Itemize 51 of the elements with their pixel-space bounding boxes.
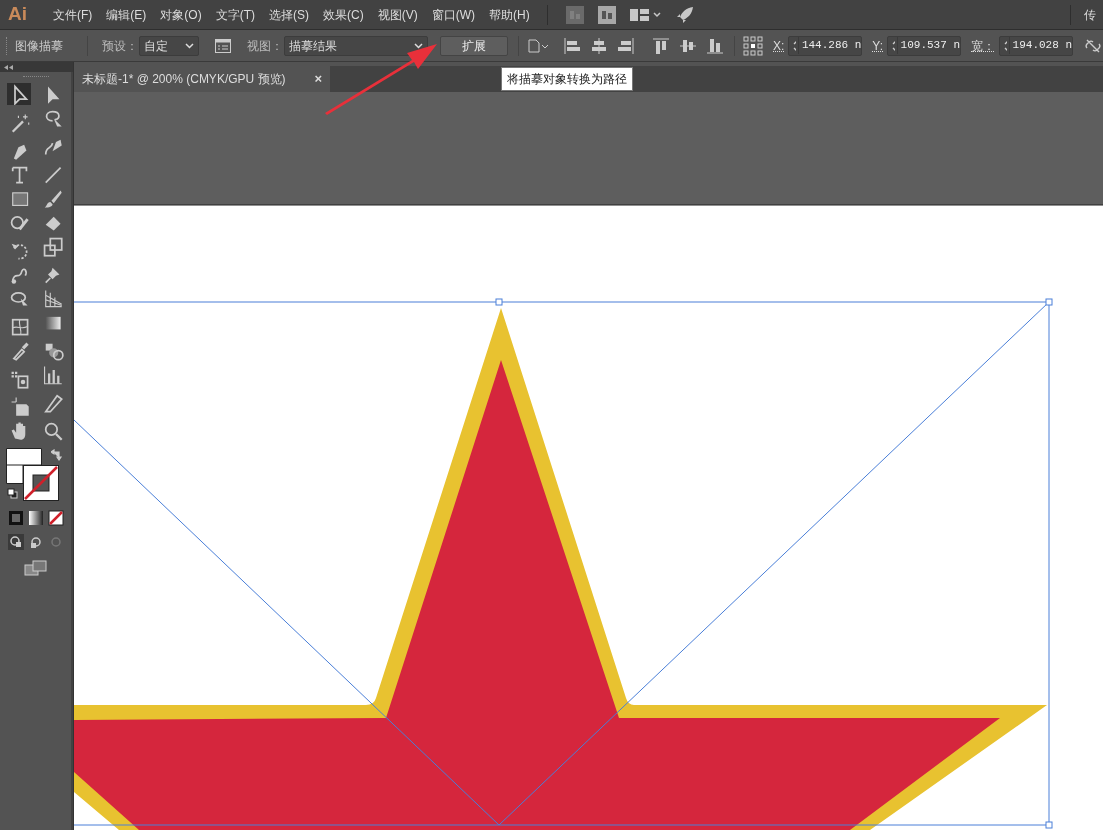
view-dropdown[interactable]: 描摹结果	[284, 35, 428, 56]
panel-label: 图像描摹	[15, 37, 64, 55]
chevron-icon	[185, 42, 194, 49]
bridge-icon[interactable]	[565, 5, 584, 24]
transform-icon[interactable]	[527, 37, 549, 54]
layout-icon[interactable]	[629, 7, 662, 22]
field-label: 宽：	[971, 37, 996, 55]
unlink-icon[interactable]	[1085, 38, 1102, 53]
number-field[interactable]: 194.028 n	[999, 35, 1074, 56]
menu-item[interactable]: 窗口(W)	[424, 5, 482, 24]
default-colors-icon[interactable]	[6, 488, 18, 499]
menu-item[interactable]: 选择(S)	[262, 5, 316, 24]
app-logo: Ai	[8, 2, 28, 27]
color-mode-icon[interactable]	[7, 510, 24, 526]
align-center-icon[interactable]	[590, 36, 608, 55]
number-field[interactable]: 109.537 n	[887, 35, 962, 56]
align-bottom-icon[interactable]	[706, 36, 724, 55]
menu-item[interactable]: 视图(V)	[370, 5, 425, 24]
tooltip: 将描摹对象转换为路径	[501, 67, 633, 91]
panel-options-icon[interactable]	[215, 38, 231, 53]
close-button[interactable]: ×	[314, 69, 322, 89]
fill-swatch-edge[interactable]	[5, 465, 23, 484]
none-mode-icon[interactable]	[47, 510, 64, 526]
align-right-icon[interactable]	[617, 36, 635, 55]
collapse-icon[interactable]	[4, 64, 13, 70]
expand-button[interactable]: 扩展	[440, 35, 508, 56]
fill-swatch[interactable]	[5, 448, 42, 466]
menu-item[interactable]: 帮助(H)	[482, 5, 537, 24]
menu-item[interactable]: 文件(F)	[46, 5, 100, 24]
menu-item[interactable]: 对象(O)	[153, 5, 209, 24]
stock-icon[interactable]	[597, 5, 616, 24]
screen-mode-icon[interactable]	[23, 560, 48, 576]
swap-icon[interactable]	[50, 449, 63, 461]
document-tab[interactable]: 未标题-1* @ 200% (CMYK/GPU 预览) ×	[74, 66, 330, 92]
view-label: 视图：	[247, 37, 283, 55]
menu-item[interactable]: 效果(C)	[316, 5, 371, 24]
field-label: Y:	[872, 37, 884, 55]
align-left-icon[interactable]	[563, 36, 581, 55]
menu-item[interactable]: 文字(T)	[208, 5, 262, 24]
align-top-icon[interactable]	[652, 36, 670, 55]
preset-label: 预设：	[102, 37, 138, 55]
draw-normal-icon[interactable]	[7, 534, 24, 550]
reference-point-icon[interactable]	[743, 35, 763, 56]
gradient-mode-icon[interactable]	[27, 510, 44, 526]
menu-item[interactable]: 编辑(E)	[99, 5, 154, 24]
chevron-icon	[414, 42, 423, 49]
field-label: X:	[773, 37, 785, 55]
rocket-icon[interactable]	[675, 5, 694, 24]
number-field[interactable]: 144.286 n	[788, 35, 863, 56]
workspace-label[interactable]: 传	[1071, 5, 1103, 24]
preset-dropdown[interactable]: 自定	[139, 35, 199, 56]
